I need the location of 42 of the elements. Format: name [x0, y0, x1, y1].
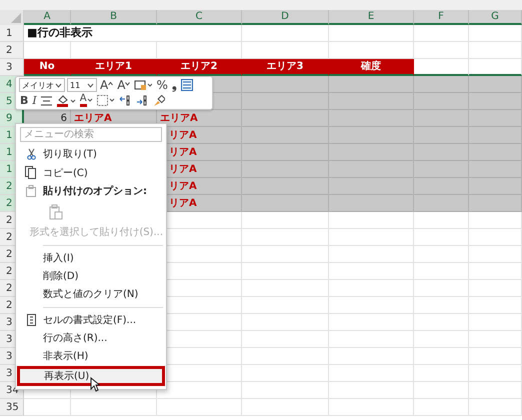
column-header[interactable]: E [329, 10, 414, 25]
accounting-format-button[interactable] [133, 78, 154, 92]
comma-style-button[interactable]: ❟ [170, 78, 178, 92]
column-header[interactable]: B [71, 10, 157, 25]
table-cell: 確度 [329, 59, 414, 76]
menu-search-field[interactable]: メニューの検索 [20, 127, 162, 142]
copy-icon [25, 166, 37, 180]
table-cell: エリア1 [71, 59, 157, 76]
column-header[interactable]: C [157, 10, 242, 25]
table-cell: エリア2 [157, 59, 242, 76]
caret-icon [55, 82, 62, 88]
font-dropdown[interactable]: メイリオ [19, 78, 65, 92]
menu-item[interactable]: 再表示(U) [17, 366, 165, 386]
format-painter-button[interactable] [152, 94, 166, 108]
format-cells-icon [26, 314, 36, 326]
caret-icon [87, 82, 94, 88]
percent-button[interactable]: % [155, 78, 169, 92]
row-header[interactable]: 3 [0, 59, 24, 76]
column-header[interactable]: D [242, 10, 329, 25]
font-color-button[interactable]: A [78, 94, 94, 108]
decrease-font-button[interactable]: A [116, 78, 132, 92]
row-header[interactable]: 2 [0, 42, 24, 59]
table-cell: ■行の非表示 [24, 25, 242, 42]
scissors-icon [26, 148, 36, 160]
table-cell: エリア3 [242, 59, 329, 76]
column-header[interactable]: F [414, 10, 469, 25]
caret-icon [86, 98, 93, 104]
increase-font-button[interactable]: A [99, 78, 114, 92]
triangle-icon [11, 13, 21, 23]
font-size-dropdown[interactable]: 11 [67, 78, 97, 92]
column-header[interactable]: G [469, 10, 522, 25]
row-header[interactable]: 35 [0, 399, 24, 416]
wrap-text-button[interactable] [180, 78, 194, 92]
column-header[interactable]: A [24, 10, 71, 25]
italic-button[interactable]: I [31, 94, 38, 108]
row-header[interactable]: 9 [0, 110, 24, 127]
fill-color-button[interactable] [54, 94, 77, 108]
row-header[interactable]: 1 [0, 25, 24, 42]
center-align-button[interactable] [40, 94, 53, 108]
table-cell: エリアA [157, 110, 242, 127]
table-cell: No [24, 59, 71, 76]
clipboard-icon [26, 184, 36, 197]
